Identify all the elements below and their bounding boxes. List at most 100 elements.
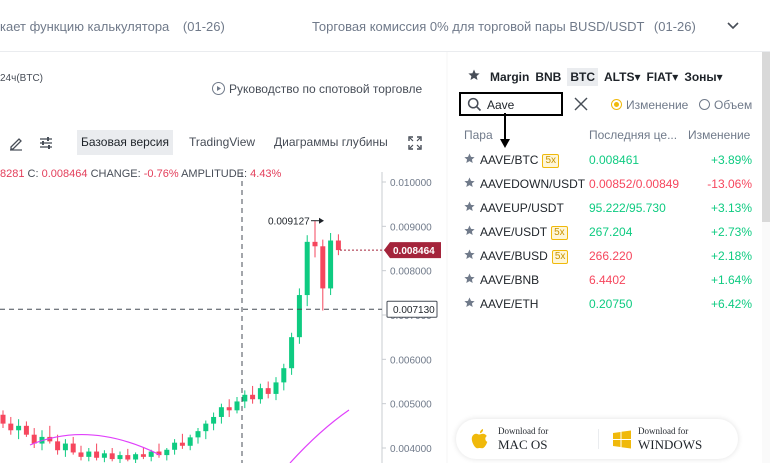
download-windows-button[interactable]: Download for WINDOWS: [602, 419, 738, 459]
column-header-pair[interactable]: Пара: [464, 128, 493, 142]
tab-basic-version[interactable]: Базовая версия: [77, 130, 173, 155]
market-tab-alts-label: ALTS: [604, 70, 635, 84]
row-pair-name: AAVE/BNB: [480, 273, 540, 287]
favorite-star-icon[interactable]: [464, 201, 475, 212]
row-pair-name: AAVE/USDT: [480, 225, 548, 239]
market-row[interactable]: AAVEUP/USDT 95.222/95.730 +3.13%: [460, 197, 756, 220]
radio-change[interactable]: Изменение: [611, 98, 688, 112]
search-icon: [467, 97, 482, 112]
high-annotation-arrowhead: [319, 217, 324, 224]
market-tab-btc[interactable]: BTC: [567, 68, 599, 86]
row-change: +1.64%: [710, 273, 752, 287]
candle-body: [211, 416, 217, 424]
column-header-change[interactable]: Изменение: [688, 128, 750, 142]
candle-body: [218, 407, 224, 417]
market-row[interactable]: AAVE/ETH 0.20750 +6.42%: [460, 293, 756, 316]
row-pair: AAVE/BUSD 5x: [480, 249, 569, 264]
caret-down-icon: ▾: [634, 70, 641, 84]
announcement-bar: кает функцию калькулятора (01-26) Торгов…: [0, 0, 770, 52]
pair-search-input[interactable]: [487, 97, 559, 113]
y-tick-label: 0.006000: [390, 355, 432, 366]
candle-body: [172, 442, 178, 450]
favorite-star-icon[interactable]: [464, 177, 475, 188]
leverage-badge: 5x: [551, 226, 568, 240]
market-row[interactable]: AAVEDOWN/USDT 0.00852/0.00849 -13.06%: [460, 173, 756, 196]
page-scrollbar[interactable]: [762, 52, 770, 222]
caret-down-icon: ▾: [716, 70, 723, 84]
radio-volume-label: Объем: [714, 98, 753, 112]
market-tab-zones[interactable]: Зоны▾: [684, 70, 722, 84]
candle-body: [203, 423, 209, 432]
market-tab-bnb[interactable]: BNB: [535, 70, 561, 84]
row-change: +2.18%: [710, 249, 752, 263]
candle-body: [335, 240, 341, 251]
favorite-star-icon[interactable]: [464, 153, 475, 164]
market-tab-margin[interactable]: Margin: [490, 70, 529, 84]
download-windows-small: Download for: [638, 426, 689, 436]
candle-body: [140, 454, 146, 457]
row-pair-name: AAVEDOWN/USDT: [480, 177, 586, 191]
candle-body: [148, 451, 154, 457]
row-pair: AAVEUP/USDT: [480, 201, 564, 215]
volume-24h-label: 24ч(BTC): [0, 73, 43, 84]
favorite-star-icon[interactable]: [464, 249, 475, 260]
spot-guide-text: Руководство по спотовой торговле: [229, 82, 423, 96]
settings-sliders-icon[interactable]: [38, 135, 54, 151]
crosshair-price-label: 0.007130: [393, 305, 435, 316]
tab-tradingview[interactable]: TradingView: [185, 130, 259, 155]
y-tick-label: 0.004000: [390, 444, 432, 455]
candle-body: [8, 423, 14, 431]
spot-guide-link[interactable]: Руководство по спотовой торговле: [212, 82, 422, 96]
tab-depth-chart[interactable]: Диаграммы глубины: [270, 130, 392, 155]
download-mac-button[interactable]: Download for MAC OS: [456, 419, 598, 459]
radio-volume-indicator: [699, 99, 710, 110]
candle-body: [187, 437, 193, 446]
market-row[interactable]: AAVE/BTC 5x 0.008461 +3.89%: [460, 149, 756, 172]
chevron-down-icon[interactable]: [724, 16, 742, 34]
market-row[interactable]: AAVE/BUSD 5x 266.220 +2.18%: [460, 245, 756, 268]
market-row[interactable]: AAVE/USDT 5x 267.204 +2.73%: [460, 221, 756, 244]
row-pair: AAVE/ETH: [480, 297, 538, 311]
caret-down-icon: ▾: [672, 70, 679, 84]
row-pair: AAVE/BTC 5x: [480, 153, 560, 168]
y-tick-label: 0.010000: [390, 178, 432, 189]
announcement-right[interactable]: Торговая комиссия 0% для торговой пары B…: [312, 19, 696, 34]
row-pair-name: AAVEUP/USDT: [480, 201, 564, 215]
row-pair-name: AAVE/ETH: [480, 297, 539, 311]
row-change: +2.73%: [710, 225, 752, 239]
market-row[interactable]: AAVE/BNB 6.4402 +1.64%: [460, 269, 756, 292]
candle-body: [273, 382, 279, 394]
current-price-label: 0.008464: [393, 246, 435, 257]
row-last-price: 0.00852/0.00849: [589, 177, 680, 191]
candle-body: [23, 425, 29, 435]
pencil-icon[interactable]: [8, 135, 24, 151]
close-icon[interactable]: [573, 96, 589, 112]
market-tab-alts[interactable]: ALTS▾: [604, 70, 640, 84]
candle-body: [234, 401, 240, 411]
row-last-price: 267.204: [589, 225, 633, 239]
candle-body: [242, 394, 248, 402]
market-tab-fiat-label: FIAT: [646, 70, 673, 84]
column-header-last-price[interactable]: Последняя це...: [589, 128, 677, 142]
candle-body: [70, 443, 76, 453]
row-last-price: 0.20750: [589, 297, 633, 311]
download-bar: Download for MAC OS Download for WINDOWS: [456, 419, 738, 459]
announcement-left[interactable]: кает функцию калькулятора (01-26): [0, 19, 225, 34]
market-tabs: Margin BNB BTC ALTS▾ FIAT▾ Зоны▾: [490, 68, 729, 86]
radio-volume[interactable]: Объем: [699, 98, 752, 112]
favorite-star-icon[interactable]: [464, 225, 475, 236]
candlestick-chart[interactable]: 0.0100000.0090000.0080000.0070000.006000…: [0, 160, 446, 463]
market-tab-fiat[interactable]: FIAT▾: [647, 70, 679, 84]
download-mac-big: MAC OS: [498, 437, 548, 452]
high-annotation-label: 0.009127: [268, 217, 310, 228]
candle-body: [94, 451, 100, 458]
favorite-star-icon[interactable]: [464, 297, 475, 308]
candle-body: [164, 449, 170, 456]
favorites-star-icon[interactable]: [468, 69, 480, 81]
candle-body: [78, 452, 84, 457]
row-pair-name: AAVE/BTC: [480, 153, 539, 167]
candle-body: [281, 368, 287, 383]
favorite-star-icon[interactable]: [464, 273, 475, 284]
fullscreen-icon[interactable]: [407, 135, 423, 151]
radio-change-label: Изменение: [626, 98, 689, 112]
